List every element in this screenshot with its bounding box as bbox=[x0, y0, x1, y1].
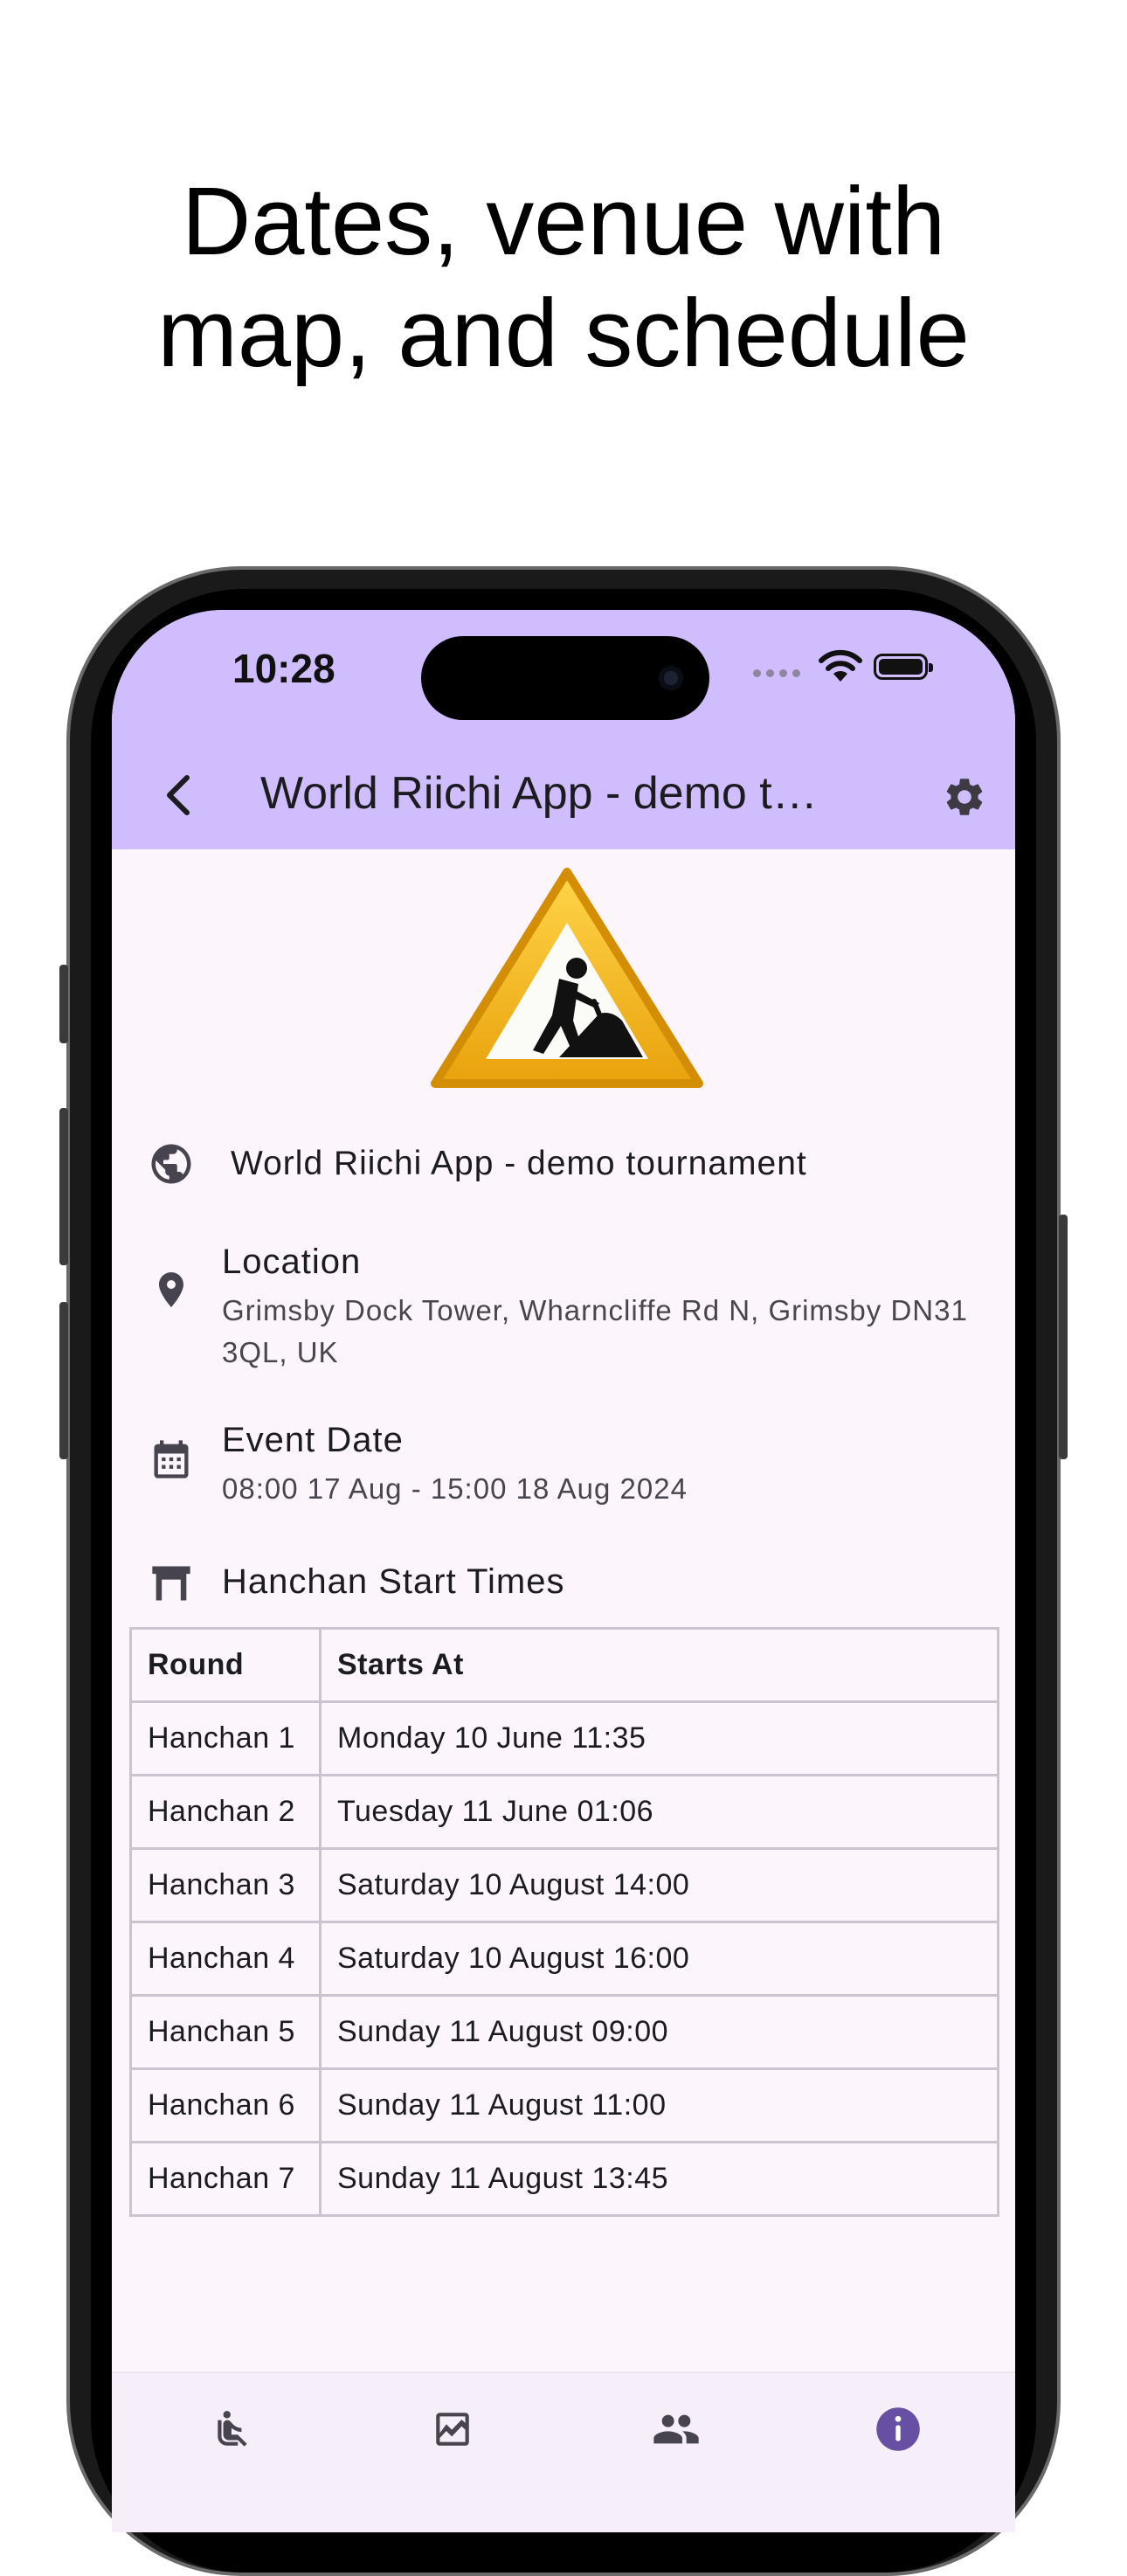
table-row: Hanchan 3 Saturday 10 August 14:00 bbox=[129, 1847, 999, 1923]
info-icon bbox=[876, 2407, 920, 2451]
signal-dots-icon bbox=[753, 666, 805, 682]
headline: Dates, venue with map, and schedule bbox=[0, 166, 1127, 390]
start-time-cell: Monday 10 June 11:35 bbox=[319, 1700, 999, 1776]
action-button bbox=[59, 965, 68, 1043]
table-row: Hanchan 5 Sunday 11 August 09:00 bbox=[129, 1994, 999, 2070]
round-cell: Hanchan 2 bbox=[129, 1774, 322, 1850]
start-time-cell: Sunday 11 August 11:00 bbox=[319, 2067, 999, 2143]
globe-icon bbox=[145, 1138, 197, 1190]
round-cell: Hanchan 5 bbox=[129, 1994, 322, 2070]
start-time-cell: Saturday 10 August 16:00 bbox=[319, 1921, 999, 1997]
tournament-name-row: World Riichi App - demo tournament bbox=[112, 1138, 1015, 1190]
wifi-icon bbox=[818, 648, 863, 688]
event-date-label: Event Date bbox=[222, 1421, 404, 1459]
under-construction-sign-icon bbox=[431, 868, 703, 1088]
column-header-round: Round bbox=[129, 1627, 322, 1703]
calendar-icon bbox=[145, 1433, 197, 1485]
volume-down-button bbox=[59, 1302, 68, 1459]
nav-info[interactable] bbox=[863, 2394, 933, 2464]
event-date-row: Event Date 08:00 17 Aug - 15:00 18 Aug 2… bbox=[112, 1421, 1015, 1508]
start-time-cell: Saturday 10 August 14:00 bbox=[319, 1847, 999, 1923]
location-pin-icon bbox=[145, 1264, 197, 1316]
location-row[interactable]: Location Grimsby Dock Tower, Wharncliffe… bbox=[112, 1243, 1015, 1368]
table-header-row: Round Starts At bbox=[129, 1627, 999, 1703]
schedule-label: Hanchan Start Times bbox=[222, 1562, 565, 1601]
round-cell: Hanchan 1 bbox=[129, 1700, 322, 1776]
back-button[interactable] bbox=[147, 764, 210, 827]
app-screen: 10:28 World Riichi App - demo tournament bbox=[112, 610, 1015, 2532]
app-bar: World Riichi App - demo tournament bbox=[112, 741, 1015, 849]
power-button bbox=[1059, 1215, 1068, 1459]
tournament-name: World Riichi App - demo tournament bbox=[231, 1145, 807, 1182]
table-row: Hanchan 2 Tuesday 11 June 01:06 bbox=[129, 1774, 999, 1850]
start-time-cell: Sunday 11 August 13:45 bbox=[319, 2141, 999, 2217]
location-value: Grimsby Dock Tower, Wharncliffe Rd N, Gr… bbox=[222, 1294, 968, 1368]
battery-icon bbox=[874, 654, 933, 680]
app-bar-title: World Riichi App - demo tournament bbox=[260, 768, 837, 819]
settings-button[interactable] bbox=[933, 765, 996, 828]
status-time: 10:28 bbox=[232, 646, 335, 691]
table-icon bbox=[145, 1557, 197, 1610]
bottom-navigation-bar bbox=[112, 2372, 1015, 2532]
round-cell: Hanchan 3 bbox=[129, 1847, 322, 1923]
seat-icon bbox=[218, 2411, 247, 2447]
table-row: Hanchan 4 Saturday 10 August 16:00 bbox=[129, 1921, 999, 1997]
table-row: Hanchan 1 Monday 10 June 11:35 bbox=[129, 1700, 999, 1776]
round-cell: Hanchan 4 bbox=[129, 1921, 322, 1997]
column-header-starts-at: Starts At bbox=[319, 1627, 999, 1703]
gear-icon bbox=[946, 779, 983, 815]
location-label: Location bbox=[222, 1243, 362, 1281]
volume-up-button bbox=[59, 1108, 68, 1265]
schedule-header-row: Hanchan Start Times bbox=[112, 1557, 1015, 1610]
nav-seating[interactable] bbox=[197, 2394, 267, 2464]
chevron-left-icon bbox=[167, 775, 190, 815]
round-cell: Hanchan 6 bbox=[129, 2067, 322, 2143]
event-date-value: 08:00 17 Aug - 15:00 18 Aug 2024 bbox=[222, 1472, 688, 1505]
dynamic-island bbox=[421, 636, 709, 720]
status-bar: 10:28 World Riichi App - demo tournament bbox=[112, 610, 1015, 849]
table-row: Hanchan 7 Sunday 11 August 13:45 bbox=[129, 2141, 999, 2217]
headline-line-1: Dates, venue with bbox=[181, 168, 946, 275]
nav-ranking[interactable] bbox=[418, 2394, 487, 2464]
camera-icon bbox=[659, 666, 683, 690]
start-time-cell: Sunday 11 August 09:00 bbox=[319, 1994, 999, 2070]
table-row: Hanchan 6 Sunday 11 August 11:00 bbox=[129, 2067, 999, 2143]
nav-players[interactable] bbox=[641, 2394, 711, 2464]
ranking-icon bbox=[436, 2413, 469, 2446]
round-cell: Hanchan 7 bbox=[129, 2141, 322, 2217]
players-icon bbox=[653, 2414, 699, 2444]
headline-line-2: map, and schedule bbox=[157, 280, 970, 387]
schedule-table: Round Starts At Hanchan 1 Monday 10 June… bbox=[129, 1627, 999, 2217]
start-time-cell: Tuesday 11 June 01:06 bbox=[319, 1774, 999, 1850]
